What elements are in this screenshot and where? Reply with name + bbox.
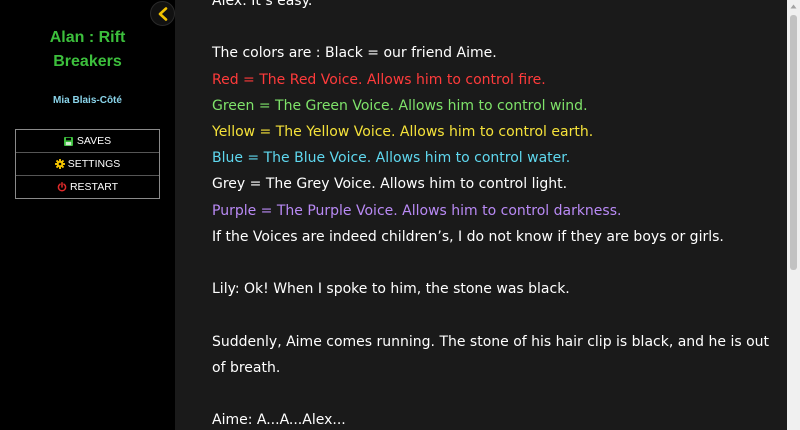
saves-label: SAVES xyxy=(76,135,112,147)
passage-line: Aime: A...A...Alex... xyxy=(212,412,346,429)
passage-line: Alex: It’s easy. xyxy=(212,0,313,9)
story-author: Mia Blais-Côté xyxy=(53,95,122,106)
passage-line: Lily: Ok! When I spoke to him, the stone… xyxy=(212,281,570,298)
passage-line: of breath. xyxy=(212,359,281,376)
settings-label: SETTINGS xyxy=(67,158,121,170)
color-line-purple: Purple = The Purple Voice. Allows him to… xyxy=(212,202,622,219)
story-title-line2: Breakers xyxy=(53,53,122,70)
passage-line: Suddenly, Aime comes running. The stone … xyxy=(212,333,770,350)
scrollbar[interactable] xyxy=(787,0,800,430)
story-title: Alan : Rift Breakers xyxy=(10,26,165,74)
floppy-disk-icon xyxy=(64,136,74,146)
passage-line: If the Voices are indeed children’s, I d… xyxy=(212,228,724,245)
chevron-left-icon xyxy=(158,6,167,21)
sidebar-menu: SAVES SETTINGS RESTART xyxy=(15,129,160,199)
scrollbar-thumb[interactable] xyxy=(790,15,797,270)
color-line-red: Red = The Red Voice. Allows him to contr… xyxy=(212,71,546,88)
restart-label: RESTART xyxy=(69,181,119,193)
color-line-blue: Blue = The Blue Voice. Allows him to con… xyxy=(212,150,571,167)
color-line-grey: Grey = The Grey Voice. Allows him to con… xyxy=(212,176,568,193)
story-title-line1: Alan : Rift xyxy=(49,29,126,46)
gear-icon xyxy=(54,159,65,169)
scroll-up-arrow-icon[interactable] xyxy=(787,0,800,13)
passage-line: The colors are : Black = our friend Aime… xyxy=(212,45,497,62)
story-passage-area: Alex: It’s easy. The colors are : Black … xyxy=(175,0,787,430)
back-button[interactable] xyxy=(150,1,175,26)
restart-button[interactable]: RESTART xyxy=(16,176,159,198)
settings-button[interactable]: SETTINGS xyxy=(16,153,159,176)
saves-button[interactable]: SAVES xyxy=(16,130,159,153)
color-line-green: Green = The Green Voice. Allows him to c… xyxy=(212,97,588,114)
color-line-yellow: Yellow = The Yellow Voice. Allows him to… xyxy=(212,124,594,140)
power-icon xyxy=(57,182,67,192)
passage-text: Alex: It’s easy. The colors are : Black … xyxy=(212,0,772,430)
sidebar: Alan : Rift Breakers Mia Blais-Côté SAVE… xyxy=(0,0,175,430)
